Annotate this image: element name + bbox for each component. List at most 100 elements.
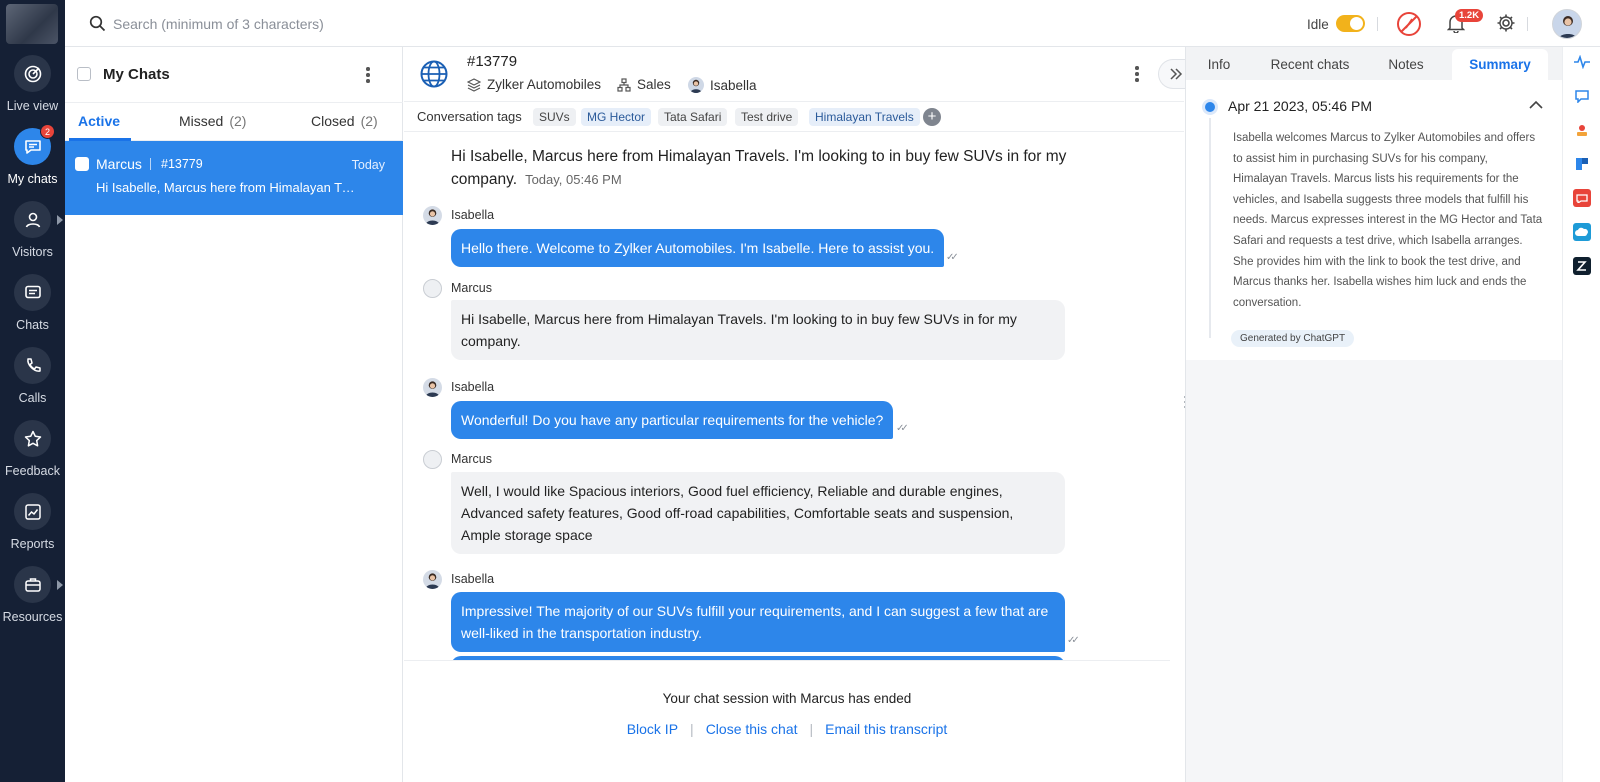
- tag-chip[interactable]: MG Hector: [581, 108, 652, 126]
- select-all-checkbox[interactable]: [77, 67, 91, 81]
- star-icon: [14, 420, 51, 457]
- sender-name: Isabella: [451, 208, 495, 222]
- conversation-id: #13779: [467, 53, 518, 70]
- status-label: Idle: [1307, 17, 1329, 32]
- chat-status-tabs: Active Missed (2) Closed (2): [65, 103, 403, 141]
- expand-arrow-icon[interactable]: [57, 580, 63, 590]
- user-avatar[interactable]: [1552, 9, 1582, 39]
- tag-chip[interactable]: Test drive: [735, 108, 799, 126]
- email-transcript-link[interactable]: Email this transcript: [825, 721, 947, 737]
- tab-label: Closed: [311, 113, 355, 129]
- read-receipt-icon: ✓✓: [896, 423, 909, 434]
- visitor-icon: [14, 201, 51, 238]
- integrations-strip: [1562, 47, 1600, 782]
- layers-icon: [467, 77, 481, 92]
- more-options-icon[interactable]: [366, 67, 370, 83]
- tab-notes[interactable]: Notes: [1370, 49, 1442, 80]
- agent-avatar: [423, 206, 442, 225]
- visitor-avatar: [423, 450, 442, 469]
- search-input[interactable]: [113, 10, 713, 38]
- initial-question: Hi Isabelle, Marcus here from Himalayan …: [451, 145, 1071, 191]
- tab-missed[interactable]: Missed (2): [179, 113, 246, 129]
- chat-visitor-name: Marcus: [96, 156, 142, 172]
- activity-icon[interactable]: [1573, 53, 1591, 71]
- tab-count: (2): [229, 113, 247, 129]
- details-tabs: Info Recent chats Notes Summary: [1186, 47, 1563, 80]
- visitor-message: Well, I would like Spacious interiors, G…: [451, 472, 1065, 554]
- nav-calls[interactable]: Calls: [0, 347, 65, 421]
- nav-my-chats[interactable]: 2 My chats: [0, 124, 65, 202]
- message-time: Today, 05:46 PM: [525, 172, 622, 187]
- nav-feedback[interactable]: Feedback: [0, 420, 65, 494]
- agent-message: Wonderful! Do you have any particular re…: [451, 401, 894, 439]
- search-icon: [89, 15, 106, 32]
- salesforce-icon[interactable]: [1573, 223, 1591, 241]
- planner-icon[interactable]: [1573, 155, 1591, 173]
- nav-reports[interactable]: Reports: [0, 493, 65, 567]
- divider: [1527, 17, 1528, 31]
- tab-recent-chats[interactable]: Recent chats: [1252, 49, 1368, 80]
- nav-label: Chats: [16, 318, 49, 332]
- nav-live-view[interactable]: Live view: [0, 55, 65, 129]
- tag-chip[interactable]: SUVs: [533, 108, 576, 126]
- chat-time: Today: [351, 158, 385, 172]
- divider: |: [809, 721, 814, 737]
- gear-icon[interactable]: [1496, 13, 1516, 33]
- nav-label: Resources: [2, 610, 63, 624]
- nav-label: My chats: [7, 172, 58, 186]
- phone-icon: [14, 347, 51, 384]
- tag-chip[interactable]: Himalayan Travels: [809, 108, 920, 126]
- nav-label: Reports: [10, 537, 55, 551]
- chat-list-item[interactable]: Marcus #13779 Today Hi Isabelle, Marcus …: [65, 141, 403, 215]
- chat-id: #13779: [161, 157, 203, 171]
- chat-widget-icon[interactable]: [1573, 87, 1591, 105]
- nav-label: Feedback: [5, 464, 60, 478]
- close-chat-link[interactable]: Close this chat: [706, 721, 798, 737]
- brand-name: Zylker Automobiles: [487, 77, 602, 92]
- summary-date: Apr 21 2023, 05:46 PM: [1228, 98, 1372, 114]
- do-not-disturb-icon[interactable]: [1396, 11, 1422, 37]
- nav-label: Live view: [6, 99, 59, 113]
- add-tag-button[interactable]: +: [923, 108, 941, 126]
- divider: [1377, 17, 1378, 31]
- chat-preview: Hi Isabelle, Marcus here from Himalayan …: [96, 180, 356, 195]
- divider: [150, 158, 151, 170]
- chat-list-panel: My Chats Active Missed (2) Closed (2) Marc…: [65, 47, 403, 782]
- summary-card: Apr 21 2023, 05:46 PM Isabella welcomes …: [1186, 80, 1562, 360]
- expand-arrow-icon[interactable]: [57, 215, 63, 225]
- status-toggle[interactable]: [1336, 15, 1365, 32]
- tab-label: Active: [78, 113, 121, 129]
- tag-chip[interactable]: Tata Safari: [658, 108, 728, 126]
- left-nav-rail: Live view 2 My chats Visitors Chats Call…: [0, 0, 65, 782]
- nav-chats[interactable]: Chats: [0, 274, 65, 348]
- more-options-icon[interactable]: [1135, 66, 1139, 82]
- company-logo[interactable]: [6, 4, 58, 44]
- nav-visitors[interactable]: Visitors: [0, 201, 65, 275]
- tab-summary[interactable]: Summary: [1452, 49, 1548, 80]
- conversation-header: #13779 Zylker Automobiles Sales Isabella: [404, 47, 1192, 102]
- summary-text: Isabella welcomes Marcus to Zylker Autom…: [1233, 132, 1543, 309]
- divider: |: [690, 721, 694, 737]
- tab-active[interactable]: Active: [78, 113, 120, 129]
- chat-actions: Block IP | Close this chat | Email this tran…: [404, 721, 1170, 737]
- agent-message: Impressive! The majority of our SUVs ful…: [451, 592, 1065, 652]
- generated-by-badge: Generated by ChatGPT: [1231, 330, 1355, 347]
- chat-select-checkbox[interactable]: [75, 157, 89, 171]
- agent-avatar: [423, 378, 442, 397]
- chat-ended-footer: Your chat session with Marcus has ended …: [404, 660, 1170, 782]
- chevron-up-icon[interactable]: [1529, 100, 1543, 109]
- timeline-dot: [1205, 102, 1215, 112]
- message-thread[interactable]: Hi Isabelle, Marcus here from Himalayan …: [404, 133, 1170, 660]
- block-ip-link[interactable]: Block IP: [627, 721, 678, 737]
- chat-list-header: My Chats: [65, 47, 403, 103]
- tab-closed[interactable]: Closed (2): [311, 113, 378, 129]
- nav-resources[interactable]: Resources: [0, 566, 65, 640]
- zendesk-icon[interactable]: [1573, 257, 1591, 275]
- tab-info[interactable]: Info: [1188, 49, 1250, 80]
- desk-icon[interactable]: [1573, 121, 1591, 139]
- timeline-line: [1209, 118, 1211, 338]
- ticket-icon[interactable]: [1573, 189, 1591, 207]
- sender-name: Isabella: [451, 380, 495, 394]
- read-receipt-icon: ✓✓: [946, 252, 959, 263]
- visitor-avatar: [423, 279, 442, 298]
